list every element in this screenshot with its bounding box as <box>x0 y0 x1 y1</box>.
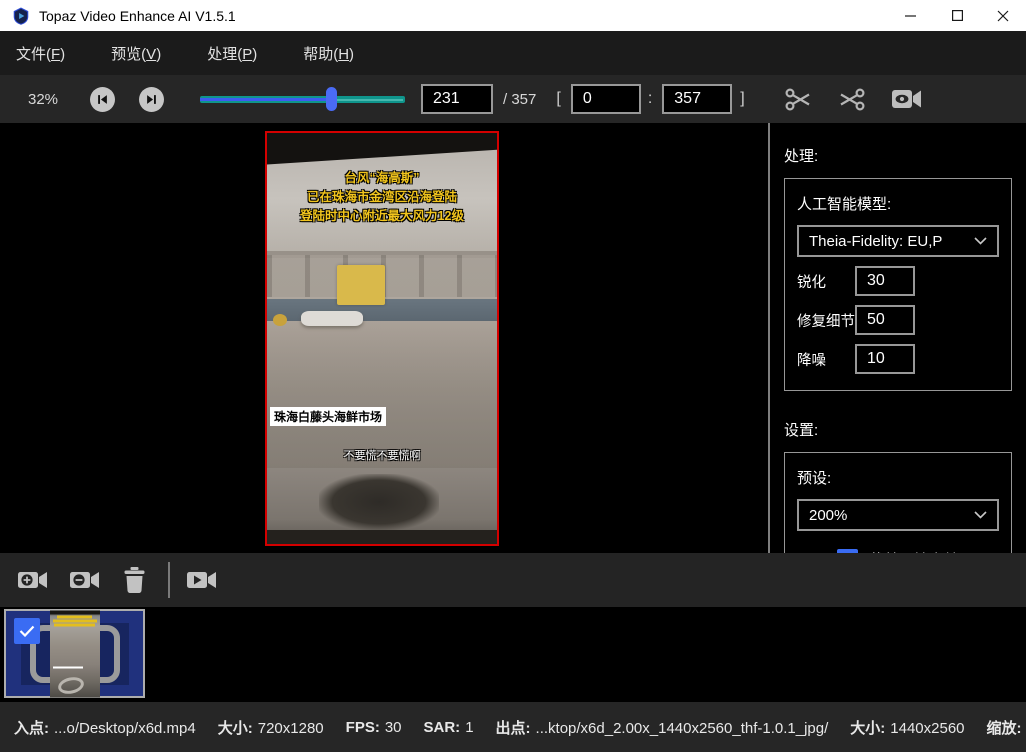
range-separator: : <box>648 90 652 108</box>
status-bar: 入点:...o/Desktop/x6d.mp4 大小:720x1280 FPS:… <box>0 702 1026 752</box>
processing-heading: 处理: <box>784 145 1012 166</box>
video-filmstrip <box>0 607 1026 702</box>
delete-button[interactable] <box>121 566 148 594</box>
status-scale: 缩放:200% <box>987 717 1026 738</box>
thumbnail-checkbox[interactable] <box>14 618 40 644</box>
skip-to-start-button[interactable] <box>90 87 115 112</box>
video-list-toolbar <box>0 553 1026 607</box>
sharpen-label: 锐化 <box>797 271 855 292</box>
video-headline-text: 台风“海高斯” 已在珠海市金湾区沿海登陆 登陆时中心附近最大风力12级 <box>267 169 497 225</box>
app-logo-icon <box>12 7 30 25</box>
timeline-slider-handle[interactable] <box>326 87 337 111</box>
chevron-down-icon <box>974 237 987 245</box>
restore-detail-label: 修复细节 <box>797 310 855 331</box>
menu-preview[interactable]: 预览(V) <box>109 37 163 70</box>
ai-model-group: 人工智能模型: Theia-Fidelity: EU,P 锐化 修复细节 降噪 <box>784 178 1012 391</box>
window-title: Topaz Video Enhance AI V1.5.1 <box>39 8 236 24</box>
add-video-button[interactable] <box>17 567 49 593</box>
camera-eye-icon <box>891 87 922 111</box>
chevron-down-icon <box>974 511 987 519</box>
video-bottom-edge <box>267 530 497 544</box>
ai-model-select[interactable]: Theia-Fidelity: EU,P <box>797 225 999 257</box>
total-frames-label: / 357 <box>503 91 536 108</box>
ai-model-value: Theia-Fidelity: EU,P <box>809 233 942 250</box>
preset-group: 预设: 200% 裁剪以填充帧 <box>784 452 1012 553</box>
range-end-input[interactable] <box>662 84 732 114</box>
skip-to-end-icon <box>144 92 159 107</box>
app-window: Topaz Video Enhance AI V1.5.1 文件(F) 预览(V… <box>0 0 1026 752</box>
title-bar: Topaz Video Enhance AI V1.5.1 <box>0 0 1026 31</box>
preset-value: 200% <box>809 507 847 524</box>
restore-detail-row: 修复细节 <box>797 305 999 335</box>
ai-model-label: 人工智能模型: <box>797 193 999 214</box>
menu-process[interactable]: 处理(P) <box>205 37 259 70</box>
check-icon <box>19 625 35 637</box>
zoom-level-label: 32% <box>28 91 66 108</box>
preview-button[interactable] <box>891 87 922 111</box>
video-viewer: 台风“海高斯” 已在珠海市金湾区沿海登陆 登陆时中心附近最大风力12级 珠海白藤… <box>0 123 768 553</box>
range-start-input[interactable] <box>571 84 641 114</box>
status-input-path: 入点:...o/Desktop/x6d.mp4 <box>14 717 196 738</box>
scissors-right-icon <box>837 86 867 113</box>
minimize-button[interactable] <box>888 0 934 31</box>
timeline-slider[interactable] <box>200 87 405 111</box>
denoise-label: 降噪 <box>797 349 855 370</box>
video-road-sign <box>337 265 385 305</box>
menu-file[interactable]: 文件(F) <box>14 37 67 70</box>
range-close-bracket: ] <box>740 90 744 108</box>
trim-end-button[interactable] <box>837 86 867 113</box>
timeline-slider-progress <box>200 98 331 101</box>
toolbar-divider <box>168 562 170 598</box>
remove-video-button[interactable] <box>69 567 101 593</box>
status-output-size: 大小:1440x2560 <box>850 717 964 738</box>
status-sar: SAR:1 <box>424 719 474 736</box>
range-open-bracket: [ <box>556 90 560 108</box>
playback-toolbar: 32% / 357 [ : ] <box>0 75 1026 123</box>
menu-bar: 文件(F) 预览(V) 处理(P) 帮助(H) <box>0 31 1026 75</box>
restore-detail-input[interactable] <box>855 305 915 335</box>
maximize-button[interactable] <box>934 0 980 31</box>
preset-label: 预设: <box>797 467 999 488</box>
scissors-left-icon <box>783 86 813 113</box>
sharpen-row: 锐化 <box>797 266 999 296</box>
settings-panel: 处理: 人工智能模型: Theia-Fidelity: EU,P 锐化 修复细节… <box>770 123 1026 553</box>
trash-icon <box>121 566 148 594</box>
status-fps: FPS:30 <box>346 719 402 736</box>
sharpen-input[interactable] <box>855 266 915 296</box>
skip-to-start-icon <box>95 92 110 107</box>
camera-minus-icon <box>69 567 101 593</box>
main-area: 台风“海高斯” 已在珠海市金湾区沿海登陆 登陆时中心附近最大风力12级 珠海白藤… <box>0 123 1026 553</box>
denoise-input[interactable] <box>855 344 915 374</box>
trim-start-button[interactable] <box>783 86 813 113</box>
menu-help[interactable]: 帮助(H) <box>301 37 356 70</box>
camera-plus-icon <box>17 567 49 593</box>
video-thumbnail-selected[interactable] <box>4 609 145 698</box>
video-caption-text: 不要慌不要慌啊 <box>267 447 497 463</box>
process-video-button[interactable] <box>186 567 218 593</box>
denoise-row: 降噪 <box>797 344 999 374</box>
current-frame-input[interactable] <box>421 84 493 114</box>
settings-heading: 设置: <box>784 419 1012 440</box>
skip-to-end-button[interactable] <box>139 87 164 112</box>
status-output-path: 出点:...ktop/x6d_2.00x_1440x2560_thf-1.0.1… <box>496 717 829 738</box>
video-location-label: 珠海白藤头海鲜市场 <box>270 407 386 426</box>
preset-select[interactable]: 200% <box>797 499 999 531</box>
thumbnail-image <box>50 610 100 697</box>
video-preview-crop-region[interactable]: 台风“海高斯” 已在珠海市金湾区沿海登陆 登陆时中心附近最大风力12级 珠海白藤… <box>265 131 499 546</box>
camera-play-icon <box>186 567 218 593</box>
close-button[interactable] <box>980 0 1026 31</box>
status-input-size: 大小:720x1280 <box>218 717 324 738</box>
video-dark-silhouette <box>319 474 439 530</box>
